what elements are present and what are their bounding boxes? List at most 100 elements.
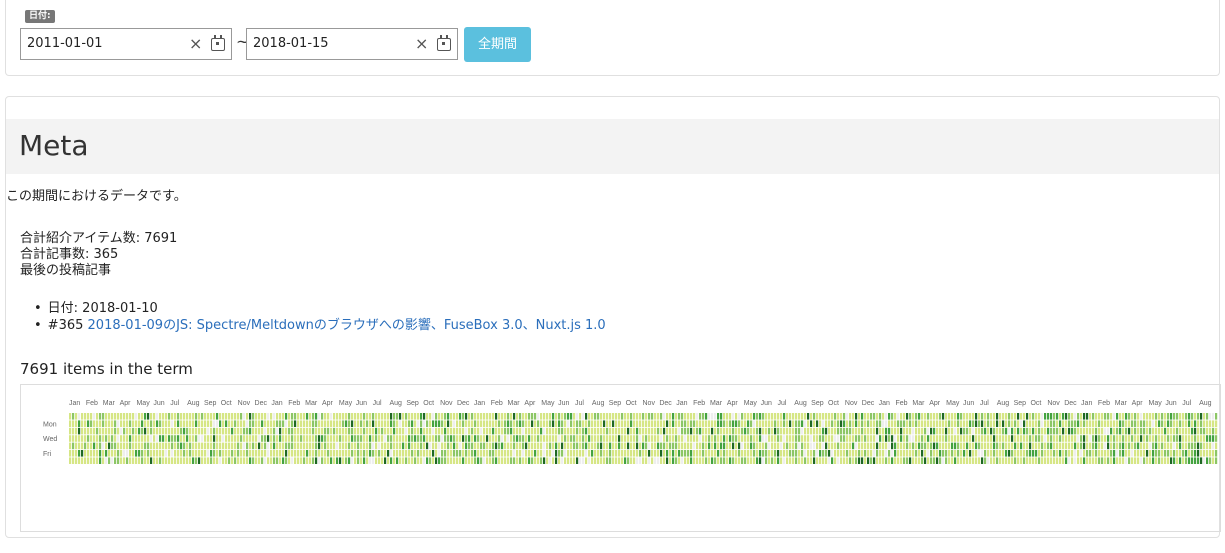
heatmap-cell bbox=[480, 420, 483, 427]
heatmap-cell bbox=[1095, 450, 1098, 457]
heatmap-cell bbox=[123, 442, 126, 450]
heatmap-cell bbox=[543, 450, 546, 457]
heatmap-cell bbox=[429, 450, 432, 457]
heatmap-cell bbox=[1086, 413, 1089, 420]
heatmap-cell bbox=[888, 413, 891, 420]
heatmap-cell bbox=[234, 427, 237, 435]
heatmap-cell bbox=[279, 435, 282, 442]
heatmap-cell bbox=[876, 450, 879, 457]
all-period-button[interactable]: 全期間 bbox=[464, 27, 531, 62]
heatmap-cell bbox=[1122, 450, 1125, 457]
heatmap-cell bbox=[120, 420, 123, 427]
heatmap-cell bbox=[522, 450, 525, 457]
heatmap-cell bbox=[606, 442, 609, 450]
heatmap-cell bbox=[792, 442, 795, 450]
heatmap-cell bbox=[456, 442, 459, 450]
start-date-input[interactable]: 2011-01-01 × bbox=[20, 28, 232, 60]
heatmap-cell bbox=[660, 427, 663, 435]
heatmap-cell bbox=[825, 420, 828, 427]
heatmap-cell bbox=[417, 420, 420, 427]
heatmap-cell bbox=[912, 457, 915, 464]
heatmap-cell bbox=[462, 450, 465, 457]
heatmap-cell bbox=[693, 457, 696, 464]
last-article-link[interactable]: 2018-01-09のJS: Spectre/Meltdownのブラウザへの影響… bbox=[88, 318, 606, 333]
heatmap-cell bbox=[876, 457, 879, 464]
heatmap-cell bbox=[360, 413, 363, 420]
heatmap-cell bbox=[132, 420, 135, 427]
heatmap-cell bbox=[693, 435, 696, 442]
heatmap-cell bbox=[243, 435, 246, 442]
heatmap-cell bbox=[987, 427, 990, 435]
heatmap-cell bbox=[477, 442, 480, 450]
heatmap-cell bbox=[528, 435, 531, 442]
heatmap-cell bbox=[570, 435, 573, 442]
heatmap-cell bbox=[564, 450, 567, 457]
heatmap-cell bbox=[354, 420, 357, 427]
heatmap-cell bbox=[261, 457, 264, 464]
heatmap-cell bbox=[261, 435, 264, 442]
heatmap-cell bbox=[975, 442, 978, 450]
heatmap-cell bbox=[705, 442, 708, 450]
heatmap-cell bbox=[297, 457, 300, 464]
heatmap-cell bbox=[759, 450, 762, 457]
heatmap-cell bbox=[111, 435, 114, 442]
heatmap-cell bbox=[486, 457, 489, 464]
end-date-input[interactable]: 2018-01-15 × bbox=[246, 28, 458, 60]
heatmap-cell bbox=[672, 413, 675, 420]
heatmap-cell bbox=[552, 413, 555, 420]
heatmap-cell bbox=[879, 413, 882, 420]
heatmap-cell bbox=[1080, 413, 1083, 420]
heatmap-cell bbox=[903, 420, 906, 427]
heatmap-cell bbox=[633, 413, 636, 420]
heatmap-cell bbox=[234, 450, 237, 457]
heatmap-cell bbox=[504, 457, 507, 464]
heatmap-cell bbox=[813, 435, 816, 442]
heatmap-cell bbox=[468, 420, 471, 427]
heatmap-cell bbox=[87, 413, 90, 420]
heatmap-cell bbox=[195, 442, 198, 450]
heatmap-cell bbox=[852, 435, 855, 442]
heatmap-cell bbox=[1083, 413, 1086, 420]
heatmap-cell bbox=[792, 420, 795, 427]
heatmap-cell bbox=[1191, 457, 1194, 464]
heatmap-cell bbox=[174, 427, 177, 435]
heatmap-cell bbox=[870, 450, 873, 457]
heatmap-cell bbox=[426, 427, 429, 435]
heatmap-cell bbox=[864, 413, 867, 420]
heatmap-cell bbox=[387, 450, 390, 457]
heatmap-cell bbox=[696, 420, 699, 427]
month-label: May bbox=[136, 400, 150, 407]
close-icon[interactable]: × bbox=[189, 29, 202, 59]
heatmap-cell bbox=[1113, 435, 1116, 442]
heatmap-cell bbox=[234, 442, 237, 450]
heatmap-cell bbox=[795, 413, 798, 420]
heatmap-cell bbox=[162, 457, 165, 464]
heatmap-cell bbox=[618, 420, 621, 427]
heatmap-cell bbox=[534, 442, 537, 450]
heatmap-cell bbox=[699, 435, 702, 442]
calendar-icon[interactable] bbox=[211, 35, 225, 51]
heatmap-cell bbox=[861, 450, 864, 457]
heatmap-cell bbox=[495, 427, 498, 435]
heatmap-cell bbox=[906, 457, 909, 464]
heatmap-cell bbox=[78, 413, 81, 420]
heatmap-cell bbox=[234, 420, 237, 427]
heatmap-cell bbox=[237, 420, 240, 427]
heatmap-cell bbox=[204, 442, 207, 450]
heatmap-cell bbox=[1035, 450, 1038, 457]
heatmap-cell bbox=[426, 413, 429, 420]
heatmap-cell bbox=[1092, 450, 1095, 457]
heatmap-cell bbox=[786, 427, 789, 435]
heatmap-cell bbox=[522, 427, 525, 435]
close-icon[interactable]: × bbox=[415, 29, 428, 59]
heatmap-cell bbox=[420, 435, 423, 442]
heatmap-cell bbox=[102, 420, 105, 427]
heatmap-cell bbox=[348, 435, 351, 442]
heatmap-cell bbox=[156, 457, 159, 464]
heatmap-cell bbox=[204, 413, 207, 420]
heatmap-cell bbox=[828, 457, 831, 464]
heatmap-cell bbox=[366, 442, 369, 450]
heatmap-cell bbox=[264, 413, 267, 420]
heatmap-cell bbox=[1053, 413, 1056, 420]
calendar-icon[interactable] bbox=[437, 35, 451, 51]
